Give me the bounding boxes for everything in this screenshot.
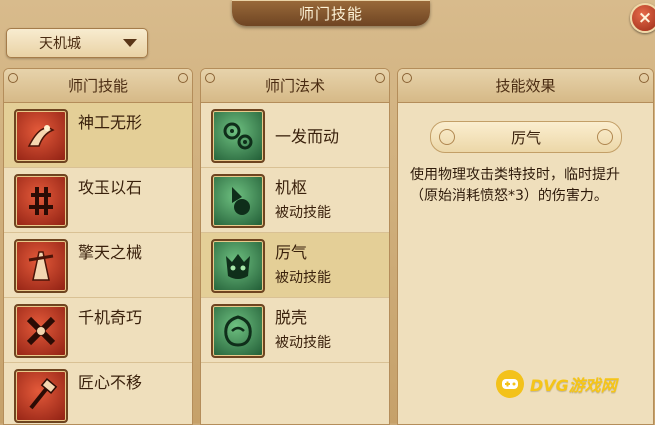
skill-label: 擎天之械 bbox=[78, 243, 143, 262]
effect-description: 使用物理攻击类特技时，临时提升（原始消耗愤怒*3）的伤害力。 bbox=[410, 167, 620, 204]
skill-effect-header-label: 技能效果 bbox=[495, 77, 556, 95]
spell-label: 脱壳 bbox=[275, 308, 308, 327]
spell-label: 厉气 bbox=[275, 243, 308, 262]
effect-skill-name-banner: 厉气 bbox=[430, 121, 622, 153]
spell-row[interactable]: 一发而动 bbox=[201, 103, 389, 168]
close-button[interactable]: × bbox=[630, 3, 655, 33]
gamepad-icon bbox=[496, 370, 524, 398]
school-select-value: 天机城 bbox=[39, 36, 81, 52]
school-spells-panel: 师门法术 一发而动 机枢 被动技能 厉气 被动技能 脱壳 被动技能 bbox=[200, 68, 390, 425]
spell-label: 机枢 bbox=[275, 178, 308, 197]
stone-tool-icon bbox=[14, 174, 68, 228]
spell-type: 被动技能 bbox=[275, 335, 331, 351]
spell-row[interactable]: 机枢 被动技能 bbox=[201, 168, 389, 233]
skill-row[interactable]: 擎天之械 bbox=[4, 233, 192, 298]
spell-label: 一发而动 bbox=[275, 127, 340, 146]
school-skills-panel: 师门技能 神工无形 攻玉以石 擎天之械 千机奇巧 匠心不移 bbox=[3, 68, 193, 425]
cross-blades-icon bbox=[14, 304, 68, 358]
window-title-tab: 师门技能 bbox=[232, 0, 430, 26]
chevron-down-icon bbox=[123, 39, 137, 47]
shell-icon bbox=[211, 304, 265, 358]
window-title: 师门技能 bbox=[298, 4, 363, 23]
gears-icon bbox=[211, 109, 265, 163]
skill-label: 攻玉以石 bbox=[78, 178, 143, 197]
school-skills-header: 师门技能 bbox=[4, 69, 192, 103]
pillar-machine-icon bbox=[14, 239, 68, 293]
skills-window: 师门技能 × 天机城 师门技能 神工无形 攻玉以石 擎天之械 千机奇巧 匠心不移… bbox=[0, 0, 655, 425]
school-skills-header-label: 师门技能 bbox=[67, 77, 128, 95]
skill-row[interactable]: 攻玉以石 bbox=[4, 168, 192, 233]
skill-row[interactable]: 匠心不移 bbox=[4, 363, 192, 424]
watermark-text: DVG游戏网 bbox=[530, 376, 617, 395]
spell-row[interactable]: 厉气 被动技能 bbox=[201, 233, 389, 298]
skill-effect-header: 技能效果 bbox=[398, 69, 653, 103]
skill-row[interactable]: 千机奇巧 bbox=[4, 298, 192, 363]
spell-type: 被动技能 bbox=[275, 205, 331, 221]
craft-swirl-icon bbox=[14, 109, 68, 163]
skill-row[interactable]: 神工无形 bbox=[4, 103, 192, 168]
spell-type: 被动技能 bbox=[275, 270, 331, 286]
spell-row[interactable]: 脱壳 被动技能 bbox=[201, 298, 389, 363]
effect-skill-name: 厉气 bbox=[510, 128, 541, 147]
skill-label: 神工无形 bbox=[78, 113, 143, 132]
orb-icon bbox=[211, 174, 265, 228]
school-spells-header: 师门法术 bbox=[201, 69, 389, 103]
watermark: DVG游戏网 bbox=[496, 370, 617, 398]
school-spells-header-label: 师门法术 bbox=[264, 77, 325, 95]
close-icon: × bbox=[637, 8, 653, 28]
skill-label: 匠心不移 bbox=[78, 373, 143, 392]
school-select[interactable]: 天机城 bbox=[6, 28, 148, 58]
skill-label: 千机奇巧 bbox=[78, 308, 143, 327]
hammer-icon bbox=[14, 369, 68, 423]
demon-mask-icon bbox=[211, 239, 265, 293]
